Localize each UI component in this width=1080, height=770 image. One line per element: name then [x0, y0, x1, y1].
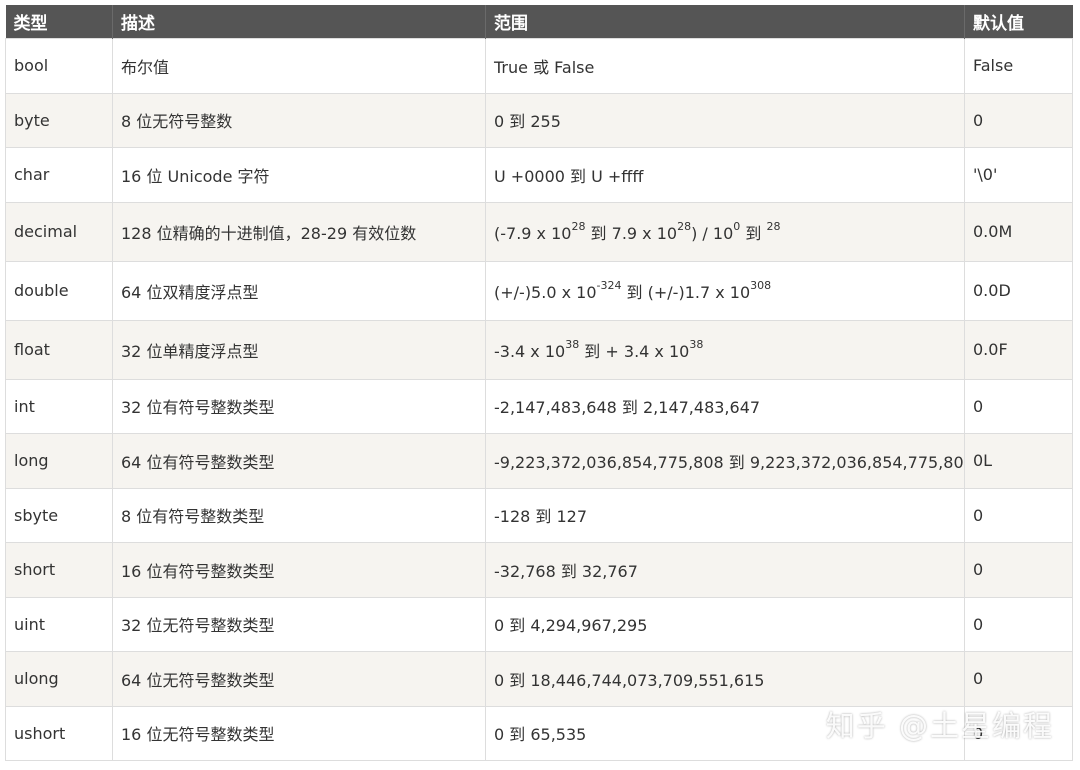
- data-types-table: 类型 描述 范围 默认值 bool 布尔值 True 或 False False…: [5, 5, 1073, 761]
- cell-range: 0 到 255: [485, 92, 965, 148]
- cell-default: 0: [964, 92, 1073, 148]
- cell-default: 0: [964, 542, 1073, 598]
- cell-description: 16 位无符号整数类型: [112, 705, 486, 761]
- cell-range: 0 到 4,294,967,295: [485, 596, 965, 652]
- cell-type: int: [5, 378, 113, 434]
- range-exponent: 0: [733, 220, 741, 234]
- cell-type: uint: [5, 596, 113, 652]
- cell-description: 16 位有符号整数类型: [112, 542, 486, 598]
- range-exponent: 28: [677, 220, 692, 234]
- cell-range: 0 到 65,535: [485, 705, 965, 761]
- header-type: 类型: [5, 5, 113, 39]
- cell-range: (+/-)5.0 x 10-324 到 (+/-)1.7 x 10308: [485, 260, 965, 321]
- cell-description: 16 位 Unicode 字符: [112, 147, 486, 203]
- table-row: short 16 位有符号整数类型 -32,768 到 32,767 0: [5, 542, 1073, 598]
- table-row: long 64 位有符号整数类型 -9,223,372,036,854,775,…: [5, 433, 1073, 489]
- header-default: 默认值: [964, 5, 1073, 39]
- cell-default: 0.0F: [964, 319, 1073, 380]
- table-row: decimal 128 位精确的十进制值，28-29 有效位数 (-7.9 x …: [5, 201, 1073, 262]
- cell-range: -32,768 到 32,767: [485, 542, 965, 598]
- cell-type: short: [5, 542, 113, 598]
- cell-description: 64 位双精度浮点型: [112, 260, 486, 321]
- cell-default: 0.0D: [964, 260, 1073, 321]
- range-exponent: 308: [750, 279, 772, 293]
- page: 类型 描述 范围 默认值 bool 布尔值 True 或 False False…: [0, 0, 1080, 770]
- range-exponent: 28: [571, 220, 586, 234]
- range-exponent: -324: [596, 279, 622, 293]
- range-exponent: 28: [766, 220, 781, 234]
- cell-default: 0: [964, 705, 1073, 761]
- cell-description: 8 位无符号整数: [112, 92, 486, 148]
- table-row: ushort 16 位无符号整数类型 0 到 65,535 0: [5, 705, 1073, 761]
- cell-description: 布尔值: [112, 38, 486, 94]
- range-text: 到 7.9 x 10: [585, 223, 678, 243]
- cell-type: ushort: [5, 705, 113, 761]
- header-range: 范围: [485, 5, 965, 39]
- cell-description: 8 位有符号整数类型: [112, 487, 486, 543]
- range-exponent: 38: [565, 338, 580, 352]
- cell-description: 32 位无符号整数类型: [112, 596, 486, 652]
- cell-description: 32 位单精度浮点型: [112, 319, 486, 380]
- cell-type: char: [5, 147, 113, 203]
- cell-range: (-7.9 x 1028 到 7.9 x 1028) / 100 到 28: [485, 201, 965, 262]
- range-text: 到 + 3.4 x 10: [579, 341, 690, 361]
- cell-range: -128 到 127: [485, 487, 965, 543]
- table-row: ulong 64 位无符号整数类型 0 到 18,446,744,073,709…: [5, 651, 1073, 707]
- cell-type: ulong: [5, 651, 113, 707]
- table-row: sbyte 8 位有符号整数类型 -128 到 127 0: [5, 487, 1073, 543]
- cell-default: 0: [964, 378, 1073, 434]
- cell-range: True 或 False: [485, 38, 965, 94]
- table-row: int 32 位有符号整数类型 -2,147,483,648 到 2,147,4…: [5, 378, 1073, 434]
- cell-type: float: [5, 319, 113, 380]
- cell-type: long: [5, 433, 113, 489]
- cell-default: 0: [964, 487, 1073, 543]
- cell-default: 0.0M: [964, 201, 1073, 262]
- table-row: char 16 位 Unicode 字符 U +0000 到 U +ffff '…: [5, 147, 1073, 203]
- table-row: float 32 位单精度浮点型 -3.4 x 1038 到 + 3.4 x 1…: [5, 319, 1073, 380]
- cell-default: 0: [964, 651, 1073, 707]
- table-row: uint 32 位无符号整数类型 0 到 4,294,967,295 0: [5, 596, 1073, 652]
- range-text: 到: [740, 223, 767, 243]
- table-header-row: 类型 描述 范围 默认值: [5, 5, 1073, 39]
- cell-range: 0 到 18,446,744,073,709,551,615: [485, 651, 965, 707]
- table-row: double 64 位双精度浮点型 (+/-)5.0 x 10-324 到 (+…: [5, 260, 1073, 321]
- cell-default: '\0': [964, 147, 1073, 203]
- cell-type: sbyte: [5, 487, 113, 543]
- cell-default: 0: [964, 596, 1073, 652]
- range-exponent: 38: [689, 338, 704, 352]
- cell-description: 32 位有符号整数类型: [112, 378, 486, 434]
- range-text: ) / 10: [691, 223, 734, 243]
- cell-type: decimal: [5, 201, 113, 262]
- cell-description: 64 位无符号整数类型: [112, 651, 486, 707]
- range-text: -3.4 x 10: [494, 341, 566, 361]
- cell-description: 128 位精确的十进制值，28-29 有效位数: [112, 201, 486, 262]
- table-row: bool 布尔值 True 或 False False: [5, 38, 1073, 94]
- cell-description: 64 位有符号整数类型: [112, 433, 486, 489]
- header-description: 描述: [112, 5, 486, 39]
- cell-default: 0L: [964, 433, 1073, 489]
- cell-range: -3.4 x 1038 到 + 3.4 x 1038: [485, 319, 965, 380]
- cell-range: -2,147,483,648 到 2,147,483,647: [485, 378, 965, 434]
- cell-type: byte: [5, 92, 113, 148]
- cell-default: False: [964, 38, 1073, 94]
- range-text: (-7.9 x 10: [494, 223, 572, 243]
- cell-range: U +0000 到 U +ffff: [485, 147, 965, 203]
- cell-range: -9,223,372,036,854,775,808 到 9,223,372,0…: [485, 433, 965, 489]
- range-text: 到 (+/-)1.7 x 10: [621, 282, 751, 302]
- cell-type: bool: [5, 38, 113, 94]
- table-row: byte 8 位无符号整数 0 到 255 0: [5, 92, 1073, 148]
- range-text: (+/-)5.0 x 10: [494, 282, 597, 302]
- cell-type: double: [5, 260, 113, 321]
